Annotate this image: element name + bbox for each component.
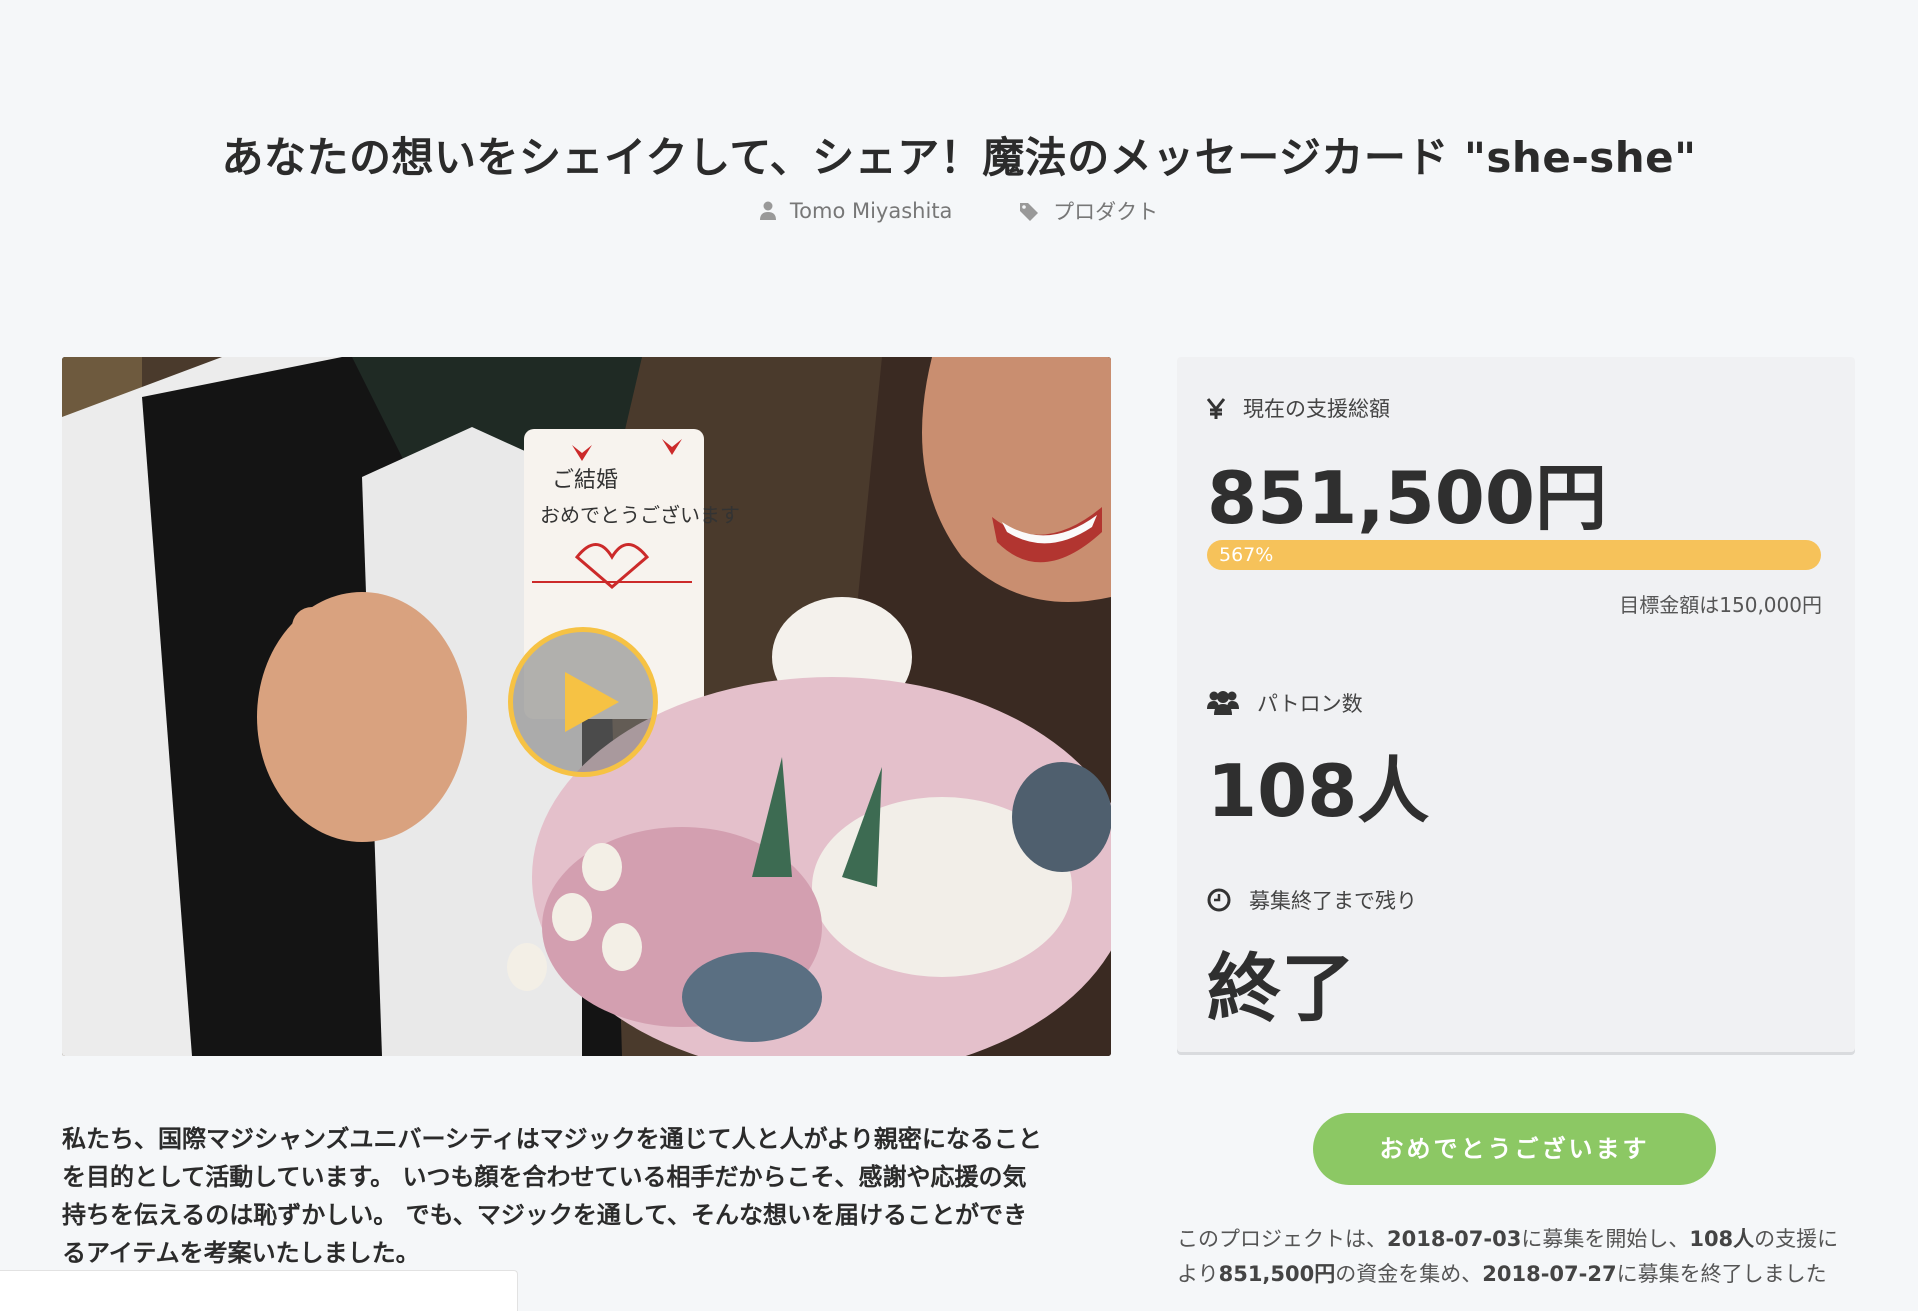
summary-text: より	[1177, 1262, 1219, 1286]
summary-text: の支援に	[1754, 1227, 1839, 1251]
patrons-label: パトロン数	[1257, 692, 1363, 716]
description-line: を目的として活動しています。 いつも顔を合わせている相手だからこそ、感謝や応援の…	[62, 1163, 1027, 1191]
author-link[interactable]: Tomo Miyashita	[759, 199, 953, 223]
project-meta: Tomo Miyashita プロダクト	[0, 196, 1918, 226]
bottom-panel	[0, 1270, 518, 1311]
project-summary: このプロジェクトは、2018-07-03に募集を開始し、108人の支援により85…	[1177, 1222, 1857, 1292]
card-text-1: ご結婚	[552, 468, 618, 493]
users-icon	[1207, 691, 1239, 715]
congratulations-button[interactable]: おめでとうございます	[1313, 1113, 1716, 1185]
summary-amount: 851,500円	[1218, 1262, 1336, 1286]
play-button[interactable]	[508, 627, 658, 777]
remaining-label: 募集終了まで残り	[1249, 889, 1417, 913]
progress-bar: 567%	[1207, 540, 1821, 570]
yen-icon	[1206, 398, 1226, 419]
amount-label-row: 現在の支援総額	[1206, 393, 1390, 423]
page-title: あなたの想いをシェイクして、シェア！魔法のメッセージカード "she-she"	[221, 133, 1697, 183]
amount-value: 851,500円	[1207, 456, 1607, 540]
clock-icon	[1207, 888, 1231, 912]
summary-text: に募集を終了しました	[1616, 1262, 1827, 1286]
progress-label: 567%	[1219, 544, 1274, 566]
project-video[interactable]: ご結婚 おめでとうございます	[62, 357, 1111, 1056]
category-name: プロダクト	[1053, 200, 1159, 224]
project-description: 私たち、国際マジシャンズユニバーシティはマジックを通じて人と人がより親密になるこ…	[62, 1120, 1122, 1272]
description-line: 私たち、国際マジシャンズユニバーシティはマジックを通じて人と人がより親密になるこ…	[62, 1125, 1042, 1153]
author-name: Tomo Miyashita	[789, 199, 953, 223]
summary-text: の資金を集め、	[1335, 1262, 1483, 1286]
remaining-value: 終了	[1207, 946, 1355, 1032]
patrons-label-row: パトロン数	[1207, 688, 1363, 718]
funding-stats-panel: 現在の支援総額 851,500円 567% 目標金額は150,000円 パトロン…	[1177, 357, 1855, 1052]
description-line: 持ちを伝えるのは恥ずかしい。 でも、マジックを通して、そんな想いを届けることがで…	[62, 1201, 1027, 1229]
summary-text: このプロジェクトは、	[1177, 1227, 1387, 1251]
summary-patrons: 108人	[1689, 1227, 1755, 1251]
goal-amount: 目標金額は150,000円	[1619, 593, 1822, 617]
category-link[interactable]: プロダクト	[1019, 196, 1158, 226]
summary-text: に募集を開始し、	[1521, 1227, 1690, 1251]
tag-icon	[1020, 203, 1039, 221]
card-text-2: おめでとうございます	[540, 503, 740, 527]
play-icon	[565, 672, 619, 732]
remaining-label-row: 募集終了まで残り	[1207, 885, 1417, 915]
amount-label: 現在の支援総額	[1243, 397, 1390, 421]
user-icon	[759, 201, 776, 220]
summary-start-date: 2018-07-03	[1387, 1227, 1522, 1251]
summary-end-date: 2018-07-27	[1482, 1262, 1617, 1286]
description-line: るアイテムを考案いたしました。	[62, 1239, 420, 1267]
patrons-value: 108人	[1207, 749, 1430, 833]
